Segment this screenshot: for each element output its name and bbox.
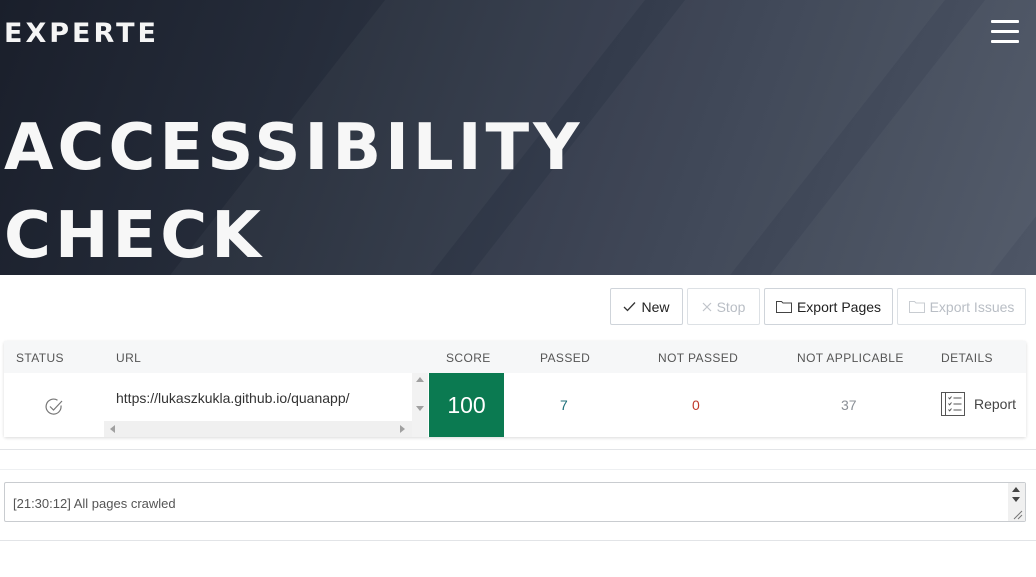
scroll-left-arrow-icon[interactable] xyxy=(110,425,115,433)
url-cell[interactable]: https://lukaszkukla.github.io/quanapp/ xyxy=(104,373,428,437)
results-table: STATUS URL SCORE PASSED NOT PASSED NOT A… xyxy=(4,341,1026,437)
checkmark-icon xyxy=(624,302,636,312)
url-text[interactable]: https://lukaszkukla.github.io/quanapp/ xyxy=(116,390,350,406)
url-vertical-scrollbar[interactable] xyxy=(412,373,428,437)
not-passed-count: 0 xyxy=(692,397,700,413)
column-header-status: STATUS xyxy=(16,351,64,365)
hamburger-menu-icon[interactable] xyxy=(991,20,1019,44)
passed-count: 7 xyxy=(560,397,568,413)
scroll-up-arrow-icon[interactable] xyxy=(1012,487,1020,492)
divider xyxy=(0,449,1036,450)
column-header-score: SCORE xyxy=(446,351,491,365)
scroll-down-arrow-icon[interactable] xyxy=(416,406,424,411)
report-list-icon xyxy=(941,392,965,416)
column-header-passed: PASSED xyxy=(540,351,591,365)
report-link[interactable]: Report xyxy=(941,392,1016,416)
table-header: STATUS URL SCORE PASSED NOT PASSED NOT A… xyxy=(4,341,1026,373)
new-button[interactable]: New xyxy=(610,288,683,325)
url-horizontal-scrollbar[interactable] xyxy=(104,421,412,437)
scroll-down-arrow-icon[interactable] xyxy=(1012,497,1020,502)
stop-button-label: Stop xyxy=(716,298,746,315)
crawl-log-textarea[interactable]: [21:30:12] All pages crawled xyxy=(4,482,1026,522)
page-title-line1: ACCESSIBILITY xyxy=(4,111,584,185)
log-scrollbar[interactable] xyxy=(1008,483,1025,521)
site-logo[interactable]: EXPERTE xyxy=(4,18,159,49)
page-title-line2: CHECK xyxy=(4,199,265,273)
close-icon xyxy=(702,302,712,311)
column-header-details: DETAILS xyxy=(941,351,993,365)
stop-button[interactable]: Stop xyxy=(687,288,760,325)
page-title: ACCESSIBILITY CHECK xyxy=(4,104,584,275)
table-row: https://lukaszkukla.github.io/quanapp/ 1… xyxy=(4,373,1026,437)
not-applicable-count: 37 xyxy=(841,397,857,413)
new-button-label: New xyxy=(641,298,670,315)
folder-icon xyxy=(908,301,925,313)
export-pages-label: Export Pages xyxy=(796,298,882,315)
export-issues-label: Export Issues xyxy=(929,298,1015,315)
column-header-not-passed: NOT PASSED xyxy=(658,351,739,365)
divider xyxy=(0,540,1036,541)
resize-handle-icon[interactable] xyxy=(1013,510,1023,520)
column-header-not-applicable: NOT APPLICABLE xyxy=(797,351,904,365)
log-text: [21:30:12] All pages crawled xyxy=(13,496,176,511)
column-header-url: URL xyxy=(116,351,142,365)
export-pages-button[interactable]: Export Pages xyxy=(764,288,893,325)
check-circle-icon xyxy=(45,398,63,415)
report-link-label: Report xyxy=(974,396,1017,412)
hero-header: EXPERTE ACCESSIBILITY CHECK xyxy=(0,0,1036,275)
export-issues-button[interactable]: Export Issues xyxy=(897,288,1026,325)
folder-icon xyxy=(775,301,792,313)
scroll-up-arrow-icon[interactable] xyxy=(416,377,424,382)
scroll-right-arrow-icon[interactable] xyxy=(400,425,405,433)
score-badge: 100 xyxy=(429,373,504,437)
divider xyxy=(0,469,1036,470)
